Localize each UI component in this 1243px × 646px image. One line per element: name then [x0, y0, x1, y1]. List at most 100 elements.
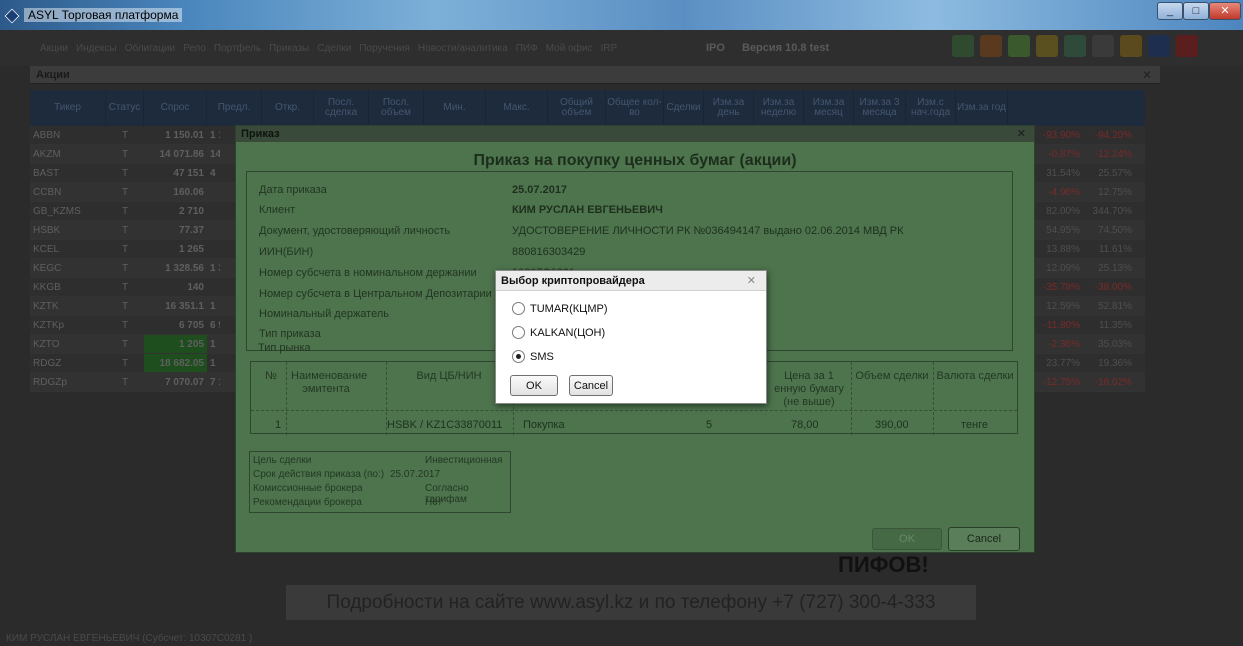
col-header[interactable]: Изм.за день: [704, 90, 754, 126]
status-cell: T: [121, 243, 129, 255]
info-value: УДОСТОВЕРЕНИЕ ЛИЧНОСТИ РК №036494147 выд…: [512, 225, 904, 237]
panel-title: Акции: [36, 69, 70, 81]
ytd-change-cell: 31.54%: [1046, 167, 1080, 179]
ticker-cell: CCBN: [33, 186, 62, 198]
promo-banner[interactable]: Подробности на сайте www.asyl.kz и по те…: [286, 585, 976, 620]
menu-item[interactable]: ПИФ: [516, 43, 538, 54]
info-label: Тип рынка: [258, 342, 311, 354]
col-header[interactable]: Спрос: [144, 90, 207, 126]
term-label: Срок действия приказа (по:): [253, 469, 385, 480]
radio-icon[interactable]: [512, 302, 525, 315]
radio-label: TUMAR(КЦМР): [530, 302, 608, 315]
term-label: Комиссионные брокера: [253, 483, 363, 494]
col-header[interactable]: Тикер: [30, 90, 106, 126]
ask-cell: 14 1: [210, 148, 220, 160]
chart-tool-icon[interactable]: [952, 35, 974, 57]
col-header[interactable]: Откр.: [262, 90, 314, 126]
bid-cell: 1 328.56: [165, 262, 204, 274]
menu-item[interactable]: Репо: [183, 43, 206, 54]
ask-cell: 1: [210, 357, 216, 369]
radio-option-tumar[interactable]: TUMAR(КЦМР): [512, 302, 607, 315]
col-header[interactable]: Посл. объем: [369, 90, 424, 126]
bid-cell: 1 150.01: [165, 129, 204, 141]
col-header[interactable]: Макс.: [486, 90, 548, 126]
year-change-cell: -38.00%: [1094, 281, 1132, 293]
ytd-change-cell: -11.80%: [1043, 319, 1080, 331]
menu-item[interactable]: Индексы: [76, 43, 117, 54]
lock-tool-icon[interactable]: [1120, 35, 1142, 57]
col-header[interactable]: Изм.за месяц: [804, 90, 854, 126]
ytd-change-cell: 54.95%: [1046, 224, 1080, 236]
close-button[interactable]: ✕: [1209, 2, 1241, 20]
help-tool-icon[interactable]: [1148, 35, 1170, 57]
menu-items: Акции Индексы Облигации Репо Портфель Пр…: [40, 43, 617, 54]
menu-item[interactable]: Сделки: [317, 43, 351, 54]
col-header[interactable]: Общее кол-во: [606, 90, 664, 126]
exchange-tool-icon[interactable]: [1008, 35, 1030, 57]
col-header[interactable]: Мин.: [424, 90, 486, 126]
exit-tool-icon[interactable]: [1176, 35, 1198, 57]
ytd-change-cell: -35.78%: [1042, 281, 1080, 293]
deal-cell: тенге: [961, 419, 988, 431]
col-header[interactable]: Изм.за 3 месяца: [854, 90, 906, 126]
cross-tool-icon[interactable]: [1092, 35, 1114, 57]
menu-item[interactable]: Акции: [40, 43, 68, 54]
bid-cell: 47 151: [173, 167, 204, 179]
menu-item[interactable]: Облигации: [125, 43, 175, 54]
col-header[interactable]: Предл.: [207, 90, 262, 126]
radio-option-kalkan[interactable]: KALKAN(ЦОН): [512, 326, 605, 339]
col-header[interactable]: Изм.за неделю: [754, 90, 804, 126]
ytd-change-cell: 82.00%: [1046, 205, 1080, 217]
bid-cell: 16 351.1: [165, 300, 204, 312]
menu-item[interactable]: IRP: [600, 43, 617, 54]
report-tool-icon[interactable]: [980, 35, 1002, 57]
maximize-button[interactable]: □: [1183, 2, 1209, 20]
ticker-cell: KEGC: [33, 262, 62, 274]
ytd-change-cell: -0.87%: [1048, 148, 1080, 160]
info-label: ИИН(БИН): [259, 246, 314, 258]
crypto-close-icon[interactable]: ✕: [747, 274, 756, 287]
menu-item[interactable]: Поручения: [359, 43, 410, 54]
ticker-cell: BAST: [33, 167, 60, 179]
crypto-provider-dialog: Выбор криптопровайдера ✕ TUMAR(КЦМР) KAL…: [495, 270, 767, 404]
menu-item[interactable]: Мой офис: [546, 43, 593, 54]
ask-cell: [207, 240, 220, 258]
deal-cell: 390,00: [875, 419, 909, 431]
order-close-icon[interactable]: ✕: [1017, 127, 1026, 140]
col-header[interactable]: Статус: [106, 90, 144, 126]
crypto-cancel-button[interactable]: Cancel: [569, 375, 613, 396]
crypto-ok-button[interactable]: OK: [510, 375, 558, 396]
radio-label: KALKAN(ЦОН): [530, 326, 606, 339]
radio-icon[interactable]: [512, 326, 525, 339]
edit-tool-icon[interactable]: [1036, 35, 1058, 57]
ask-cell: 7 1: [210, 376, 220, 388]
year-change-cell: 12.75%: [1098, 186, 1132, 198]
year-change-cell: 35.03%: [1098, 338, 1132, 350]
ticker-cell: ABBN: [33, 129, 61, 141]
ytd-change-cell: 23.77%: [1046, 357, 1080, 369]
col-header[interactable]: Изм.с нач.года: [906, 90, 956, 126]
order-cancel-button[interactable]: Cancel: [948, 527, 1020, 551]
ask-cell: [207, 202, 220, 220]
ticker-cell: AKZM: [33, 148, 61, 160]
col-header[interactable]: Общий объем: [548, 90, 606, 126]
menu-item[interactable]: Приказы: [269, 43, 309, 54]
minimize-button[interactable]: _: [1157, 2, 1183, 20]
ytd-change-cell: 12.59%: [1046, 300, 1080, 312]
year-change-cell: 25.13%: [1098, 262, 1132, 274]
panel-close-icon[interactable]: ✕: [1142, 68, 1152, 82]
order-dialog-title: Приказ: [241, 128, 280, 140]
windows-tool-icon[interactable]: [1064, 35, 1086, 57]
menu-item[interactable]: Портфель: [214, 43, 261, 54]
menu-item[interactable]: Новости/аналитика: [418, 43, 508, 54]
col-header[interactable]: Сделки: [664, 90, 704, 126]
radio-option-sms[interactable]: SMS: [512, 350, 554, 363]
order-ok-button[interactable]: OK: [872, 528, 942, 550]
menu-item-ipo[interactable]: IPO: [706, 42, 725, 54]
radio-icon-selected[interactable]: [512, 350, 525, 363]
status-cell: T: [121, 186, 129, 198]
col-header[interactable]: Изм.за год: [956, 90, 1008, 126]
promo-heading: ПИФОВ!: [838, 552, 929, 577]
status-cell: T: [121, 129, 129, 141]
col-header[interactable]: Посл. сделка: [314, 90, 369, 126]
